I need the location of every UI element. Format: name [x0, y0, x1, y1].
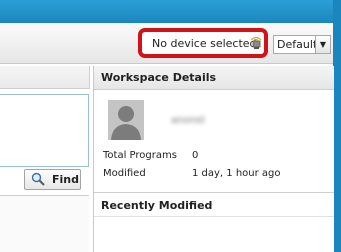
device-selector[interactable]: No device selected: [138, 28, 268, 58]
left-pane-list[interactable]: [0, 94, 89, 167]
modified-label: Modified: [103, 168, 146, 179]
workspace-details-panel: Workspace Details anonst Total Programs …: [93, 66, 334, 252]
device-signal-icon: [250, 36, 262, 49]
user-silhouette-icon: [108, 100, 144, 140]
workspace-details-title: Workspace Details: [101, 71, 217, 84]
find-button-label: Find: [52, 173, 79, 186]
total-programs-value: 0: [192, 150, 199, 161]
left-pane-header: [0, 66, 90, 89]
workspace-details-header: Workspace Details: [94, 66, 334, 90]
title-bar: [0, 0, 341, 23]
device-status-label: No device selected: [152, 37, 257, 50]
modified-value: 1 day, 1 hour ago: [192, 168, 281, 179]
magnifier-icon: [31, 172, 45, 186]
recently-modified-header: Recently Modified: [94, 192, 334, 217]
window-border: [333, 0, 341, 252]
total-programs-label: Total Programs: [103, 150, 177, 161]
user-name: anonst: [171, 115, 206, 126]
find-button[interactable]: Find: [24, 169, 81, 190]
recently-modified-title: Recently Modified: [101, 199, 213, 212]
left-pane-bottom: [0, 196, 89, 252]
chevron-down-icon[interactable]: ▼: [315, 36, 330, 53]
profile-dropdown[interactable]: Default ▼: [273, 35, 331, 54]
profile-dropdown-value: Default: [277, 38, 318, 51]
